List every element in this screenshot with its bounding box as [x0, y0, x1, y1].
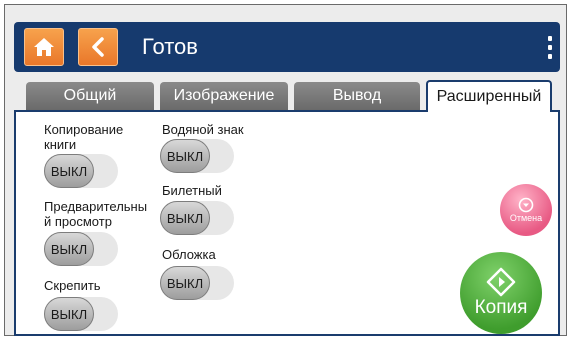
watermark-value: ВЫКЛ [160, 139, 210, 173]
ticket-value: ВЫКЛ [160, 201, 210, 235]
chevron-left-icon [92, 37, 104, 57]
staple-value: ВЫКЛ [44, 297, 94, 331]
cover-label: Обложка [162, 247, 216, 262]
home-button[interactable] [24, 28, 64, 66]
preview-label-line2: й просмотр [44, 214, 112, 229]
watermark-label: Водяной знак [162, 122, 244, 137]
copy-start-button[interactable]: Копия [460, 252, 542, 334]
cover-toggle[interactable]: ВЫКЛ [160, 266, 234, 300]
more-vertical-icon [548, 35, 552, 41]
cancel-label: Отмена [509, 213, 543, 223]
preview-toggle[interactable]: ВЫКЛ [44, 232, 118, 266]
staple-toggle[interactable]: ВЫКЛ [44, 297, 118, 331]
home-icon [34, 38, 54, 56]
tab-image[interactable]: Изображение [160, 82, 288, 110]
tab-output[interactable]: Вывод [294, 82, 420, 110]
copy-label: Копия [474, 297, 528, 318]
book-copy-label-line2: книги [44, 137, 77, 152]
stop-icon [518, 197, 534, 213]
status-title: Готов [142, 34, 198, 59]
more-menu-button[interactable] [540, 30, 560, 64]
back-button[interactable] [78, 28, 118, 66]
start-diamond-icon [486, 267, 516, 297]
book-copy-toggle[interactable]: ВЫКЛ [44, 154, 118, 188]
staple-label: Скрепить [44, 278, 101, 293]
cancel-button[interactable]: Отмена [500, 184, 552, 236]
ticket-label: Билетный [162, 183, 222, 198]
book-copy-label-line1: Копирование [44, 122, 124, 137]
cover-value: ВЫКЛ [160, 266, 210, 300]
ticket-toggle[interactable]: ВЫКЛ [160, 201, 234, 235]
watermark-toggle[interactable]: ВЫКЛ [160, 139, 234, 173]
preview-value: ВЫКЛ [44, 232, 94, 266]
book-copy-value: ВЫКЛ [44, 154, 94, 188]
tab-advanced[interactable]: Расширенный [426, 80, 552, 112]
tab-general[interactable]: Общий [26, 82, 154, 110]
preview-label-line1: Предварительны [44, 199, 148, 214]
